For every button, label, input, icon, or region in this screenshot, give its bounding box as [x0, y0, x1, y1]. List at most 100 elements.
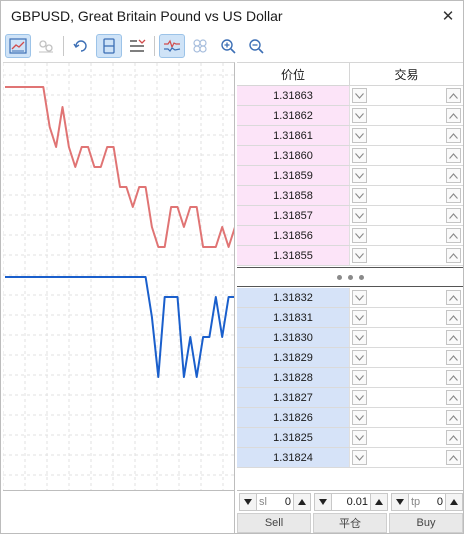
sell-button[interactable]: Sell	[237, 513, 311, 533]
order-controls: sl 0 0.01 tp 0 Sell 平仓 Buy	[237, 490, 463, 534]
chevron-down-icon	[355, 394, 364, 401]
price-cell[interactable]: 1.31831	[237, 308, 350, 327]
buy-limit-button[interactable]	[446, 310, 461, 325]
buy-limit-button[interactable]	[446, 290, 461, 305]
sell-limit-button[interactable]	[352, 290, 367, 305]
buy-limit-button[interactable]	[446, 430, 461, 445]
triangle-up-icon	[298, 499, 306, 505]
chart-icon	[9, 38, 27, 54]
triangle-up-icon	[375, 499, 383, 505]
bid-level-row: 1.31825	[237, 428, 463, 448]
buy-limit-button[interactable]	[446, 108, 461, 123]
tp-decrease-button[interactable]	[392, 494, 408, 510]
buy-button[interactable]: Buy	[389, 513, 463, 533]
buy-limit-button[interactable]	[446, 88, 461, 103]
sell-limit-button[interactable]	[352, 88, 367, 103]
price-cell[interactable]: 1.31855	[237, 246, 350, 265]
buy-limit-button[interactable]	[446, 450, 461, 465]
trade-cell	[350, 126, 463, 145]
price-cell[interactable]: 1.31826	[237, 408, 350, 427]
buy-limit-button[interactable]	[446, 148, 461, 163]
buy-limit-button[interactable]	[446, 228, 461, 243]
tick-chart-button[interactable]	[159, 34, 185, 58]
list-settings-button[interactable]	[124, 34, 150, 58]
price-cell[interactable]: 1.31827	[237, 388, 350, 407]
buy-limit-button[interactable]	[446, 168, 461, 183]
sell-limit-button[interactable]	[352, 148, 367, 163]
price-cell[interactable]: 1.31829	[237, 348, 350, 367]
sell-limit-button[interactable]	[352, 310, 367, 325]
triangle-down-icon	[319, 499, 327, 505]
price-cell[interactable]: 1.31858	[237, 186, 350, 205]
chevron-down-icon	[355, 374, 364, 381]
tp-field[interactable]: tp 0	[408, 494, 446, 510]
spread-dot	[358, 274, 364, 280]
price-cell[interactable]: 1.31860	[237, 146, 350, 165]
sell-limit-button[interactable]	[352, 248, 367, 263]
sl-field[interactable]: sl 0	[256, 494, 294, 510]
sell-limit-button[interactable]	[352, 370, 367, 385]
bid-level-row: 1.31826	[237, 408, 463, 428]
bid-level-row: 1.31829	[237, 348, 463, 368]
price-cell[interactable]: 1.31825	[237, 428, 350, 447]
volume-field[interactable]: 0.01	[331, 494, 371, 510]
buy-limit-button[interactable]	[446, 350, 461, 365]
chart-toggle-button[interactable]	[5, 34, 31, 58]
close-button[interactable]: ✕	[433, 1, 463, 31]
triangle-down-icon	[244, 499, 252, 505]
price-cell[interactable]: 1.31862	[237, 106, 350, 125]
sell-limit-button[interactable]	[352, 208, 367, 223]
chevron-up-icon	[449, 454, 458, 461]
tp-increase-button[interactable]	[446, 494, 462, 510]
spread-separator	[237, 267, 463, 287]
buy-limit-button[interactable]	[446, 188, 461, 203]
sl-decrease-button[interactable]	[240, 494, 256, 510]
trade-column-header: 交易	[394, 67, 419, 82]
ask-level-row: 1.31858	[237, 186, 463, 206]
volume-increase-button[interactable]	[371, 494, 387, 510]
buy-limit-button[interactable]	[446, 128, 461, 143]
price-cell[interactable]: 1.31863	[237, 86, 350, 105]
chevron-up-icon	[449, 334, 458, 341]
sell-limit-button[interactable]	[352, 450, 367, 465]
volume-decrease-button[interactable]	[315, 494, 331, 510]
trade-cell	[350, 186, 463, 205]
sell-limit-button[interactable]	[352, 330, 367, 345]
sell-limit-button[interactable]	[352, 410, 367, 425]
sell-limit-button[interactable]	[352, 188, 367, 203]
sell-limit-button[interactable]	[352, 228, 367, 243]
buy-limit-button[interactable]	[446, 330, 461, 345]
buy-limit-button[interactable]	[446, 390, 461, 405]
sell-limit-button[interactable]	[352, 128, 367, 143]
price-cell[interactable]: 1.31861	[237, 126, 350, 145]
price-cell[interactable]: 1.31856	[237, 226, 350, 245]
price-cell[interactable]: 1.31857	[237, 206, 350, 225]
chevron-down-icon	[355, 92, 364, 99]
buy-limit-button[interactable]	[446, 410, 461, 425]
sell-limit-button[interactable]	[352, 168, 367, 183]
sell-limit-button[interactable]	[352, 350, 367, 365]
center-bar-button[interactable]	[96, 34, 122, 58]
scale-button[interactable]	[33, 34, 59, 58]
price-cell[interactable]: 1.31830	[237, 328, 350, 347]
tick-chart[interactable]	[3, 62, 235, 490]
price-cell[interactable]: 1.31859	[237, 166, 350, 185]
chevron-down-icon	[355, 232, 364, 239]
sell-limit-button[interactable]	[352, 390, 367, 405]
price-cell[interactable]: 1.31832	[237, 288, 350, 307]
buy-limit-button[interactable]	[446, 208, 461, 223]
volumes-button[interactable]	[187, 34, 213, 58]
sl-increase-button[interactable]	[294, 494, 310, 510]
zoom-in-button[interactable]	[215, 34, 241, 58]
zoom-out-button[interactable]	[243, 34, 269, 58]
buy-limit-button[interactable]	[446, 370, 461, 385]
close-position-button[interactable]: 平仓	[313, 513, 387, 533]
chevron-up-icon	[449, 92, 458, 99]
refresh-button[interactable]	[68, 34, 94, 58]
sell-limit-button[interactable]	[352, 430, 367, 445]
price-cell[interactable]: 1.31828	[237, 368, 350, 387]
chevron-down-icon	[355, 252, 364, 259]
price-cell[interactable]: 1.31824	[237, 448, 350, 467]
sell-limit-button[interactable]	[352, 108, 367, 123]
buy-limit-button[interactable]	[446, 248, 461, 263]
